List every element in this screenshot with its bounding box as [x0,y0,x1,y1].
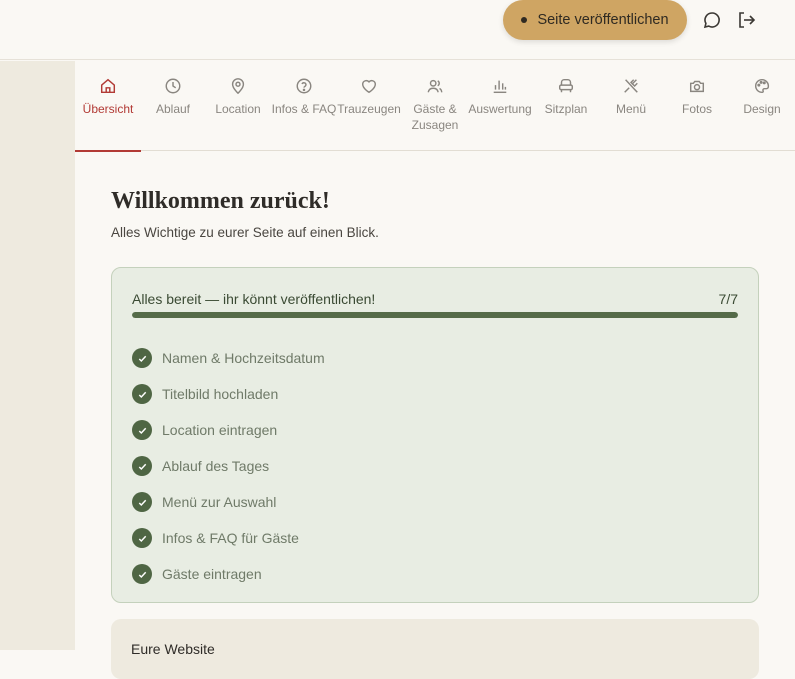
check-circle-icon [132,492,152,512]
tab-location[interactable]: Location [205,61,271,151]
progress-heading: Alles bereit — ihr könnt veröffentlichen… [132,291,376,307]
tab-label: Fotos [681,102,712,116]
website-card-title: Eure Website [131,641,215,657]
clock-icon [165,78,181,94]
help-circle-icon [296,78,312,94]
tab-label: Ablauf [155,102,191,116]
chat-bubble-icon[interactable] [702,10,722,30]
tab-label: Übersicht [82,102,134,116]
publish-button-label: Seite veröffentlichen [537,12,669,28]
tab-design[interactable]: Design [729,61,795,151]
check-circle-icon [132,528,152,548]
checklist-item[interactable]: Gäste eintragen [132,556,325,592]
bar-chart-icon [493,80,507,94]
checklist-item[interactable]: Menü zur Auswahl [132,484,325,520]
website-card: Eure Website [111,619,759,679]
checklist-item-label: Ablauf des Tages [162,458,270,474]
tab-label: Menü [615,102,647,116]
progress-bar [132,312,738,318]
status-dot-icon [521,17,528,23]
checklist-item[interactable]: Namen & Hochzeitsdatum [132,340,325,376]
tab-label: Location [215,102,261,116]
tab-label: Sitzplan [544,102,588,116]
tab-schedule[interactable]: Ablauf [140,61,206,151]
tab-photos[interactable]: Fotos [664,61,730,151]
tab-seating[interactable]: Sitzplan [533,61,599,151]
checklist-item[interactable]: Ablauf des Tages [132,448,325,484]
tab-menu[interactable]: Menü [598,61,664,151]
palette-icon [754,78,770,94]
checklist-item-label: Namen & Hochzeitsdatum [162,350,325,366]
check-circle-icon [132,420,152,440]
checklist-item-label: Menü zur Auswahl [162,494,277,510]
checklist-item[interactable]: Infos & FAQ für Gäste [132,520,325,556]
tab-infos-faq[interactable]: Infos & FAQ [271,61,337,151]
tab-label: Infos & FAQ [271,102,337,116]
heart-icon [361,79,377,94]
checklist-item[interactable]: Titelbild hochladen [132,376,325,412]
tab-label: Auswertung [468,102,532,116]
checklist-item-label: Gäste eintragen [162,566,262,582]
check-circle-icon [132,348,152,368]
tab-guests[interactable]: Gäste & Zusagen [402,61,468,151]
check-circle-icon [132,564,152,584]
progress-bar-fill [132,312,738,318]
users-icon [427,79,443,93]
tab-witnesses[interactable]: Trauzeugen [336,61,402,151]
camera-icon [689,80,705,93]
page-title: Willkommen zurück! [111,188,330,214]
tab-bar: Übersicht Ablauf Location Infos & FAQ Tr… [75,61,795,152]
tab-overview[interactable]: Übersicht [75,61,141,152]
checklist-item-label: Location eintragen [162,422,278,438]
tab-evaluation[interactable]: Auswertung [467,61,533,151]
checklist-item-label: Infos & FAQ für Gäste [162,530,299,546]
home-icon [100,78,116,94]
checklist: Namen & Hochzeitsdatum Titelbild hochlad… [132,340,325,592]
check-circle-icon [132,384,152,404]
map-pin-icon [231,78,245,95]
tab-label: Gäste & Zusagen [411,102,459,132]
checklist-item-label: Titelbild hochladen [162,386,279,402]
tab-label: Trauzeugen [337,102,401,116]
progress-count: 7/7 [718,291,738,307]
chair-icon [558,78,574,93]
progress-card: Alles bereit — ihr könnt veröffentlichen… [111,267,759,603]
page-subtitle: Alles Wichtige zu eurer Seite auf einen … [111,225,379,240]
utensils-icon [624,79,638,93]
check-circle-icon [132,456,152,476]
sidebar [0,61,75,650]
logout-icon[interactable] [736,10,756,30]
publish-button[interactable]: Seite veröffentlichen [503,0,687,40]
checklist-item[interactable]: Location eintragen [132,412,325,448]
tab-label: Design [743,102,781,116]
top-bar: Seite veröffentlichen [0,0,795,60]
